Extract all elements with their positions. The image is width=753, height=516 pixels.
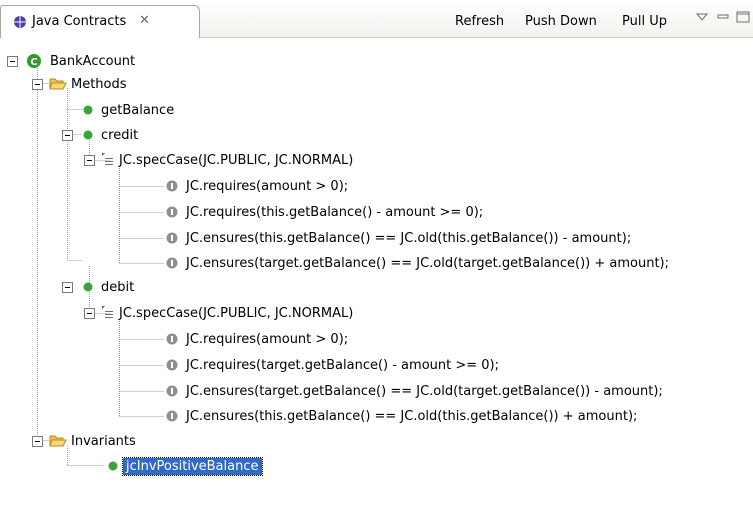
tree-label-clause: JC.ensures(target.getBalance() == JC.old… bbox=[186, 383, 663, 399]
tree-label-clause: JC.ensures(target.getBalance() == JC.old… bbox=[186, 255, 670, 271]
view-header: Java Contracts ✕ Refresh Push Down Pull … bbox=[0, 0, 753, 39]
open-folder-icon bbox=[49, 78, 67, 90]
tree-row-methods-folder[interactable]: Methods bbox=[32, 72, 127, 96]
tree-row-method-getbalance[interactable]: getBalance bbox=[83, 98, 174, 122]
tree-row-clause[interactable]: JC.requires(amount > 0); bbox=[166, 327, 348, 351]
collapse-icon[interactable] bbox=[84, 307, 95, 319]
collapse-icon[interactable] bbox=[62, 129, 73, 141]
tree-row-method-credit[interactable]: credit bbox=[62, 123, 138, 147]
tree-row-method-debit[interactable]: debit bbox=[62, 275, 134, 299]
tree-label-speccase: JC.specCase(JC.PUBLIC, JC.NORMAL) bbox=[119, 305, 354, 321]
tree-row-clause[interactable]: JC.ensures(target.getBalance() == JC.old… bbox=[166, 251, 669, 275]
clause-icon bbox=[166, 206, 178, 218]
clause-icon bbox=[166, 180, 178, 192]
class-icon: C bbox=[27, 54, 41, 68]
public-method-icon bbox=[83, 130, 93, 140]
clause-icon bbox=[166, 257, 178, 269]
tree-label-invariant: jcInvPositiveBalance bbox=[122, 456, 263, 476]
tree-row-bankaccount[interactable]: C BankAccount bbox=[7, 49, 135, 73]
push-down-button[interactable]: Push Down bbox=[525, 14, 597, 29]
clause-icon bbox=[166, 359, 178, 371]
java-contracts-view-icon bbox=[13, 15, 27, 33]
tree-row-clause[interactable]: JC.ensures(target.getBalance() == JC.old… bbox=[166, 379, 663, 403]
tree-row-clause[interactable]: JC.requires(amount > 0); bbox=[166, 174, 348, 198]
tree-label-invariants: Invariants bbox=[71, 433, 136, 449]
tree-row-clause[interactable]: JC.requires(target.getBalance() - amount… bbox=[166, 353, 499, 377]
clause-icon bbox=[166, 333, 178, 345]
invariant-icon bbox=[108, 461, 118, 471]
spec-case-icon bbox=[102, 306, 113, 318]
minimize-icon[interactable] bbox=[717, 11, 729, 26]
maximize-icon[interactable] bbox=[736, 11, 750, 27]
tree-row-clause[interactable]: JC.requires(this.getBalance() - amount >… bbox=[166, 200, 483, 224]
tree-label-method: debit bbox=[101, 279, 135, 295]
tree-row-invariant-selected[interactable]: jcInvPositiveBalance bbox=[108, 454, 263, 478]
close-icon[interactable]: ✕ bbox=[139, 13, 150, 28]
tree-label-method: getBalance bbox=[101, 102, 175, 118]
clause-icon bbox=[166, 410, 178, 422]
tree-label-clause: JC.requires(this.getBalance() - amount >… bbox=[186, 204, 484, 220]
pull-up-button[interactable]: Pull Up bbox=[622, 14, 667, 29]
tree-row-clause[interactable]: JC.ensures(this.getBalance() == JC.old(t… bbox=[166, 404, 637, 428]
tree-row-invariants-folder[interactable]: Invariants bbox=[32, 429, 136, 453]
tree-label-methods: Methods bbox=[71, 76, 127, 92]
tab-java-contracts[interactable]: Java Contracts ✕ bbox=[0, 5, 200, 38]
tree-label-clause: JC.requires(target.getBalance() - amount… bbox=[186, 357, 499, 373]
public-method-icon bbox=[83, 282, 93, 292]
tree-row-clause[interactable]: JC.ensures(this.getBalance() == JC.old(t… bbox=[166, 226, 631, 250]
tree-label-clause: JC.ensures(this.getBalance() == JC.old(t… bbox=[186, 408, 638, 424]
clause-icon bbox=[166, 232, 178, 244]
svg-text:C: C bbox=[30, 57, 37, 68]
collapse-icon[interactable] bbox=[7, 55, 18, 67]
view-menu-icon[interactable] bbox=[695, 11, 709, 26]
tree-label-method: credit bbox=[101, 127, 139, 143]
refresh-button[interactable]: Refresh bbox=[455, 14, 504, 29]
tree-label-clause: JC.requires(amount > 0); bbox=[186, 178, 349, 194]
collapse-icon[interactable] bbox=[62, 281, 73, 293]
collapse-icon[interactable] bbox=[32, 78, 43, 90]
tree-label-clause: JC.requires(amount > 0); bbox=[186, 331, 349, 347]
open-folder-icon bbox=[49, 435, 67, 447]
tree-row-speccase-credit[interactable]: JC.specCase(JC.PUBLIC, JC.NORMAL) bbox=[84, 148, 353, 172]
contracts-tree: C BankAccount Methods getBalance credit bbox=[0, 40, 753, 516]
collapse-icon[interactable] bbox=[32, 435, 43, 447]
tab-title: Java Contracts bbox=[32, 14, 127, 29]
tree-label-root: BankAccount bbox=[50, 53, 136, 69]
tree-row-speccase-debit[interactable]: JC.specCase(JC.PUBLIC, JC.NORMAL) bbox=[84, 301, 353, 325]
tree-label-speccase: JC.specCase(JC.PUBLIC, JC.NORMAL) bbox=[119, 152, 354, 168]
tree-label-clause: JC.ensures(this.getBalance() == JC.old(t… bbox=[186, 230, 632, 246]
collapse-icon[interactable] bbox=[84, 154, 95, 166]
public-method-icon bbox=[83, 105, 93, 115]
clause-icon bbox=[166, 385, 178, 397]
spec-case-icon bbox=[102, 153, 113, 165]
